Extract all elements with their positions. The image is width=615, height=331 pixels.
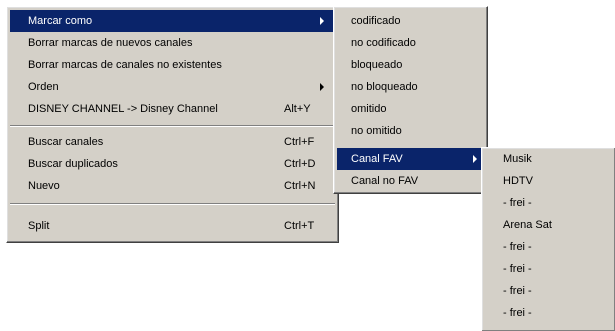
menu-separator <box>10 203 335 205</box>
menu-item-canal-no-fav[interactable]: Canal no FAV <box>337 170 484 192</box>
submenu-marcar-como: codificado no codificado bloqueado no bl… <box>333 6 488 194</box>
menu-item-buscar-duplicados[interactable]: Buscar duplicados Ctrl+D <box>10 153 335 175</box>
menu-item-label: Borrar marcas de canales no existentes <box>28 59 222 71</box>
menu-item-shortcut: Ctrl+N <box>284 180 316 192</box>
menu-item-label: Buscar canales <box>28 136 104 148</box>
fav-list-item[interactable]: HDTV <box>485 170 615 192</box>
menu-item-marcar-como[interactable]: Marcar como <box>10 10 335 32</box>
menu-item-no-codificado[interactable]: no codificado <box>337 32 484 54</box>
menu-item-canal-fav[interactable]: Canal FAV <box>337 148 484 170</box>
menu-item-orden[interactable]: Orden <box>10 76 335 98</box>
menu-item-label: - frei - <box>503 307 532 319</box>
fav-list-item[interactable]: Arena Sat <box>485 214 615 236</box>
menu-item-split[interactable]: Split Ctrl+T <box>10 215 335 237</box>
menu-item-borrar-marcas-no-existentes[interactable]: Borrar marcas de canales no existentes <box>10 54 335 76</box>
menu-separator <box>10 125 335 127</box>
menu-item-label: Orden <box>28 81 59 93</box>
menu-item-label: - frei - <box>503 263 532 275</box>
menu-item-label: Musik <box>503 153 532 165</box>
menu-item-borrar-marcas-nuevos[interactable]: Borrar marcas de nuevos canales <box>10 32 335 54</box>
fav-list-item[interactable]: - frei - <box>485 258 615 280</box>
fav-list-item[interactable]: - frei - <box>485 236 615 258</box>
menu-item-label: HDTV <box>503 175 533 187</box>
menu-item-label: no omitido <box>351 125 402 137</box>
fav-list-item[interactable]: - frei - <box>485 280 615 302</box>
menu-item-label: Split <box>28 220 50 232</box>
menu-item-rename-channel[interactable]: DISNEY CHANNEL -> Disney Channel Alt+Y <box>10 98 335 120</box>
menu-item-label: DISNEY CHANNEL -> Disney Channel <box>28 103 218 115</box>
context-menu-main: Marcar como Borrar marcas de nuevos cana… <box>6 6 339 243</box>
menu-item-shortcut: Alt+Y <box>284 103 311 115</box>
menu-item-bloqueado[interactable]: bloqueado <box>337 54 484 76</box>
menu-item-label: codificado <box>351 15 401 27</box>
menu-item-label: Arena Sat <box>503 219 552 231</box>
submenu-arrow-icon <box>473 155 477 163</box>
menu-item-label: - frei - <box>503 241 532 253</box>
menu-item-label: - frei - <box>503 285 532 297</box>
menu-item-label: no bloqueado <box>351 81 418 93</box>
menu-item-label: Canal no FAV <box>351 175 419 187</box>
menu-item-label: Marcar como <box>28 15 93 27</box>
menu-item-shortcut: Ctrl+F <box>284 136 315 148</box>
menu-item-label: Buscar duplicados <box>28 158 118 170</box>
menu-item-label: bloqueado <box>351 59 403 71</box>
submenu-arrow-icon <box>320 17 324 25</box>
menu-item-label: Nuevo <box>28 180 60 192</box>
submenu-canal-fav: Musik HDTV - frei - Arena Sat - frei - -… <box>481 147 615 331</box>
submenu-arrow-icon <box>320 83 324 91</box>
menu-item-label: no codificado <box>351 37 416 49</box>
menu-item-label: Canal FAV <box>351 153 403 165</box>
menu-item-nuevo[interactable]: Nuevo Ctrl+N <box>10 175 335 197</box>
menu-item-shortcut: Ctrl+T <box>284 220 315 232</box>
menu-item-omitido[interactable]: omitido <box>337 98 484 120</box>
menu-item-shortcut: Ctrl+D <box>284 158 316 170</box>
fav-list-item[interactable]: - frei - <box>485 302 615 324</box>
menu-item-label: - frei - <box>503 197 532 209</box>
fav-list-item[interactable]: - frei - <box>485 192 615 214</box>
menu-item-label: Borrar marcas de nuevos canales <box>28 37 193 49</box>
fav-list-item[interactable]: Musik <box>485 148 615 170</box>
menu-item-buscar-canales[interactable]: Buscar canales Ctrl+F <box>10 131 335 153</box>
menu-item-no-bloqueado[interactable]: no bloqueado <box>337 76 484 98</box>
menu-item-label: omitido <box>351 103 387 115</box>
menu-item-codificado[interactable]: codificado <box>337 10 484 32</box>
menu-item-no-omitido[interactable]: no omitido <box>337 120 484 142</box>
